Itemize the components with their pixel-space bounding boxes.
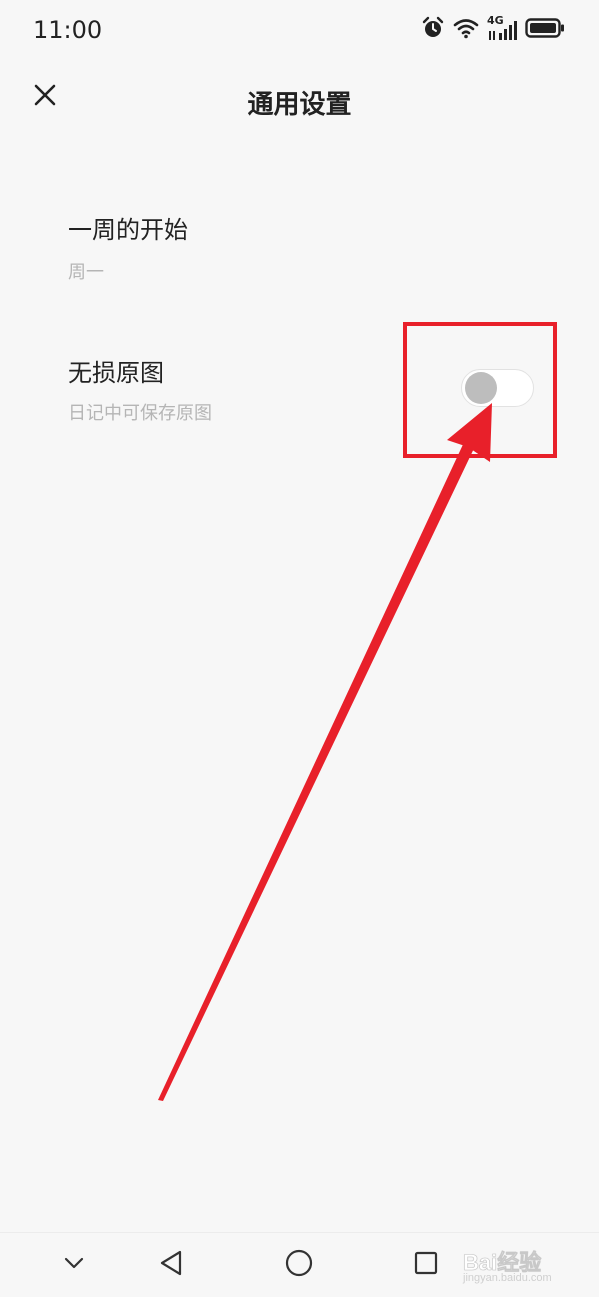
setting-week-start-title: 一周的开始 xyxy=(68,216,188,244)
nav-back-button[interactable] xyxy=(153,1247,189,1283)
setting-lossless-image-title: 无损原图 xyxy=(68,359,164,387)
page-title: 通用设置 xyxy=(247,90,352,120)
chevron-down-icon xyxy=(62,1251,86,1279)
status-bar: 11:00 4G xyxy=(0,0,599,60)
app-bar: 通用设置 xyxy=(0,60,599,140)
signal-icon: 4G xyxy=(487,14,517,42)
recents-square-icon xyxy=(413,1250,439,1280)
annotation-arrow-shaft xyxy=(158,438,478,1101)
alarm-icon xyxy=(421,16,445,44)
annotation-arrow xyxy=(158,403,492,1101)
battery-icon xyxy=(525,17,565,43)
setting-week-start-value: 周一 xyxy=(68,262,104,283)
back-triangle-icon xyxy=(158,1249,184,1281)
setting-lossless-image-description: 日记中可保存原图 xyxy=(68,403,212,424)
wifi-icon xyxy=(453,17,479,43)
status-time: 11:00 xyxy=(33,16,103,44)
nav-bar: Bai经验 jingyan.baidu.com xyxy=(0,1232,599,1297)
home-circle-icon xyxy=(284,1248,314,1282)
watermark-url: jingyan.baidu.com xyxy=(463,1272,552,1284)
nav-collapse-button[interactable] xyxy=(56,1247,92,1283)
status-icons: 4G xyxy=(421,14,565,44)
setting-week-start[interactable]: 一周的开始 周一 xyxy=(0,210,599,310)
nav-recents-button[interactable] xyxy=(408,1247,444,1283)
baidu-jingyan-watermark: Bai经验 jingyan.baidu.com xyxy=(455,1243,565,1289)
nav-home-button[interactable] xyxy=(281,1247,317,1283)
annotation-highlight-box xyxy=(403,322,557,458)
